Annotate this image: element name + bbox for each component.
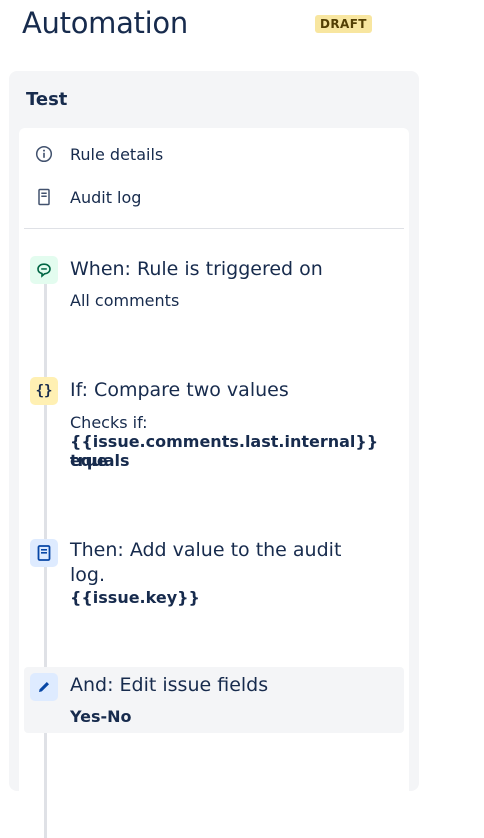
menu-item-label: Audit log bbox=[70, 187, 142, 207]
step-title-line2: log. bbox=[70, 564, 106, 586]
step-detail-value: true bbox=[70, 451, 108, 470]
pencil-icon bbox=[30, 673, 58, 701]
step-title: If: Compare two values bbox=[70, 379, 289, 401]
audit-action-icon bbox=[30, 539, 58, 567]
menu-item-rule-details[interactable]: Rule details bbox=[19, 137, 409, 171]
page-title: Automation bbox=[22, 6, 188, 40]
rule-name[interactable]: Test bbox=[26, 89, 67, 110]
condition-step[interactable]: {} If: Compare two values Checks if: {{i… bbox=[24, 371, 404, 471]
rule-card: Rule details Audit log When: Rule is tri… bbox=[19, 128, 409, 838]
info-icon bbox=[35, 145, 53, 163]
status-badge: DRAFT bbox=[315, 15, 372, 33]
step-detail: {{issue.key}} bbox=[70, 588, 200, 607]
audit-log-icon bbox=[35, 188, 53, 206]
step-title: And: Edit issue fields bbox=[70, 674, 269, 696]
action-step[interactable]: Then: Add value to the audit log. {{issu… bbox=[24, 536, 404, 616]
divider bbox=[24, 228, 404, 229]
step-title-line1: Then: Add value to the audit bbox=[70, 539, 342, 561]
edit-fields-step[interactable]: And: Edit issue fields Yes-No bbox=[24, 667, 404, 733]
step-title: When: Rule is triggered on bbox=[70, 258, 323, 280]
menu-item-label: Rule details bbox=[70, 144, 164, 164]
comment-trigger-icon bbox=[30, 256, 58, 284]
condition-braces-icon: {} bbox=[30, 377, 58, 405]
trigger-step[interactable]: When: Rule is triggered on All comments bbox=[24, 254, 404, 314]
step-detail: All comments bbox=[70, 291, 180, 310]
step-detail-label: Checks if: bbox=[70, 413, 148, 432]
step-detail: Yes-No bbox=[70, 707, 132, 726]
rule-panel: Test Rule details Audit log When: Rule i… bbox=[9, 71, 419, 838]
menu-item-audit-log[interactable]: Audit log bbox=[19, 180, 409, 214]
step-detail-expression: {{issue.comments.last.internal}} equals bbox=[70, 432, 379, 470]
